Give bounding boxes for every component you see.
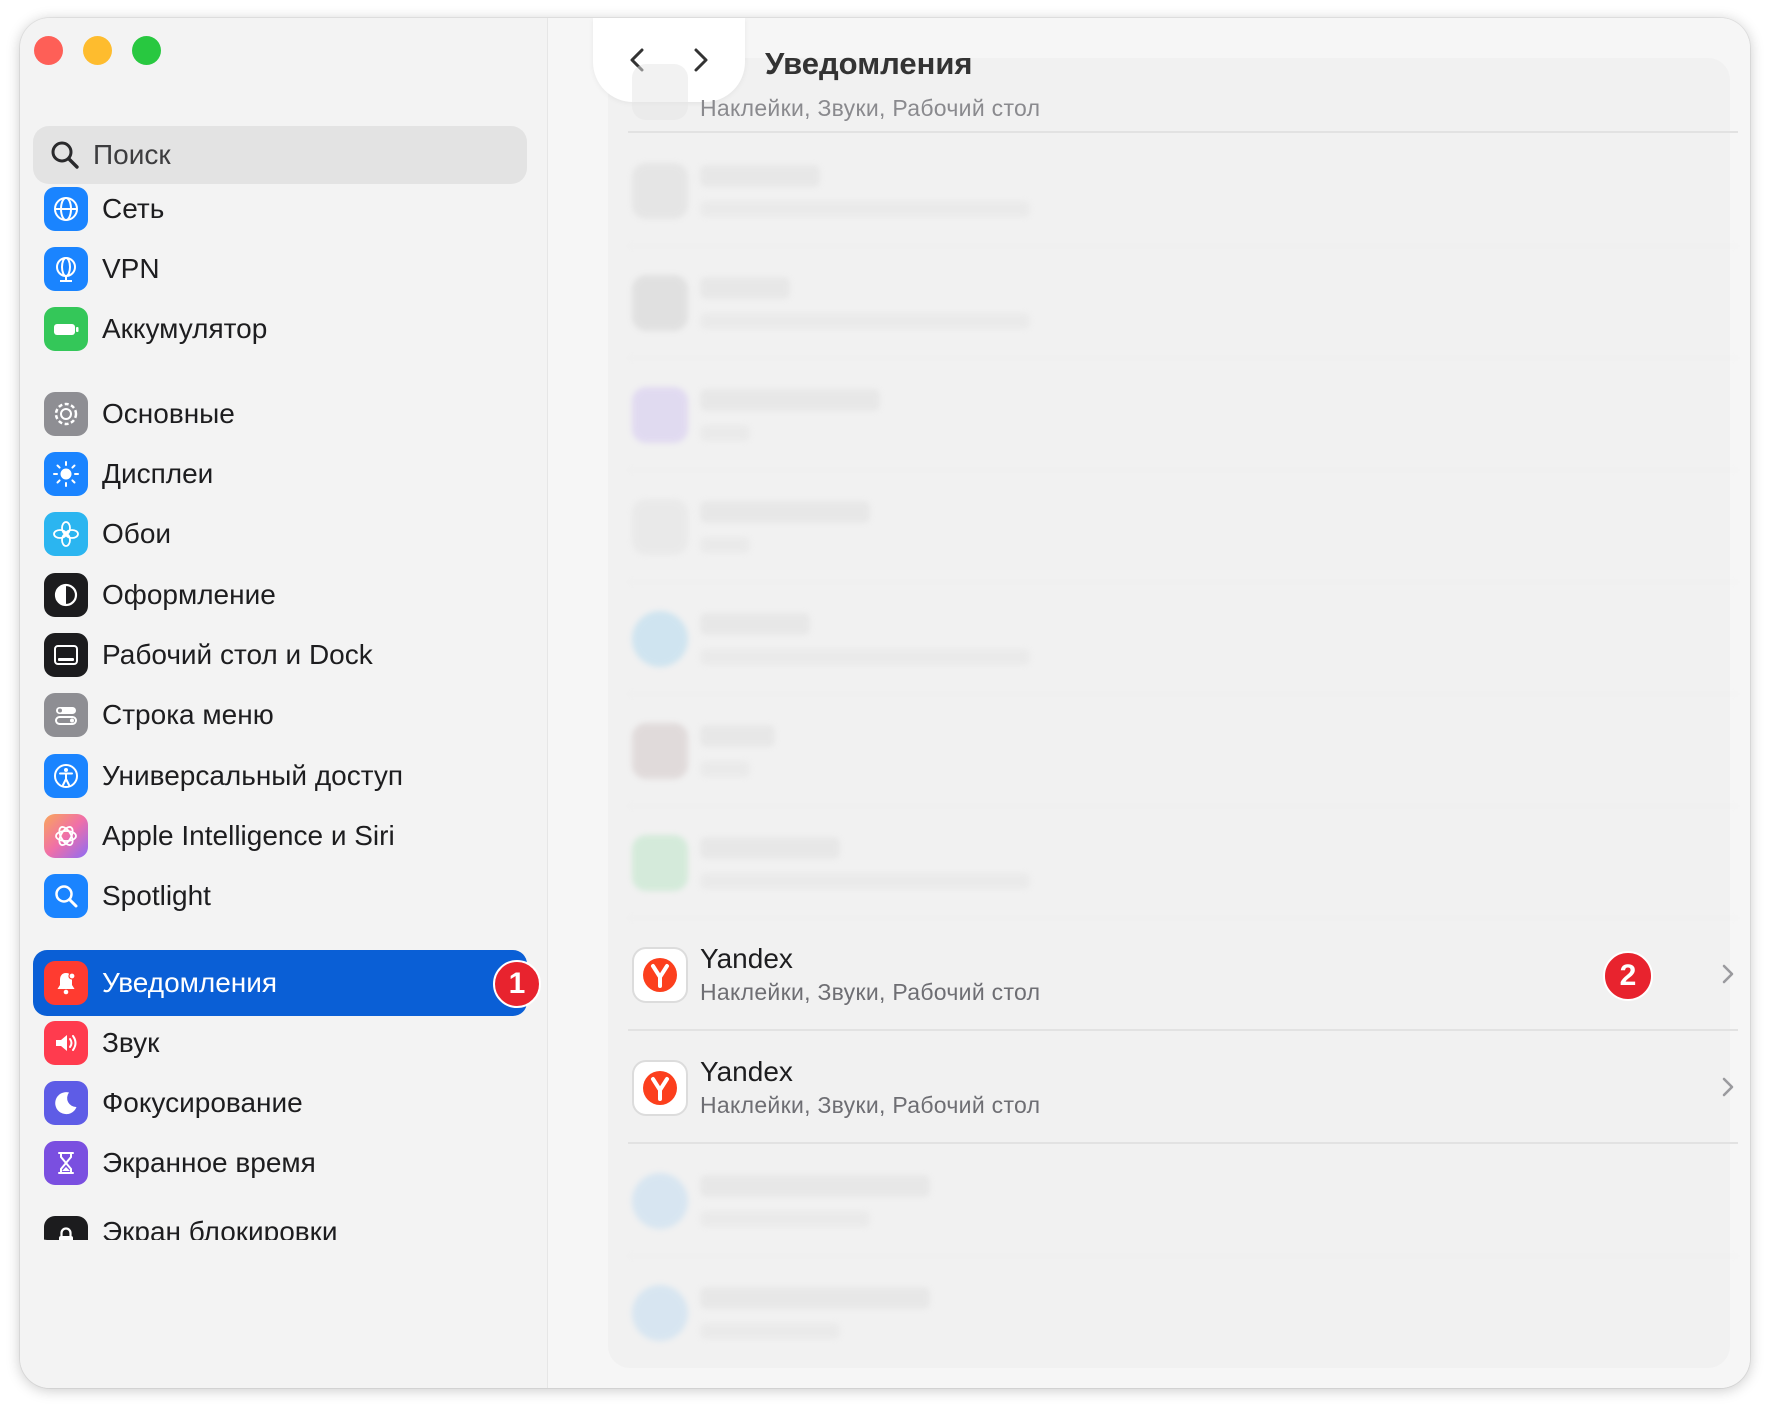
- gear-icon: [44, 392, 88, 436]
- step-badge: 1: [493, 960, 541, 1008]
- sidebar-item-label: Строка меню: [102, 699, 274, 730]
- moon-icon: [44, 1081, 88, 1125]
- siri-icon: [44, 814, 88, 858]
- sidebar-item-label: Spotlight: [102, 880, 211, 911]
- sidebar-item-label: Apple Intelligence и Siri: [102, 820, 395, 851]
- app-icon: [632, 1173, 688, 1229]
- app-row-yandex[interactable]: Yandex Наклейки, Звуки, Рабочий стол: [628, 1032, 1738, 1144]
- zoom-window-button[interactable]: [132, 36, 161, 65]
- app-icon: [632, 835, 688, 891]
- sidebar-item-appearance[interactable]: Оформление: [33, 562, 527, 628]
- yandex-app-icon: [632, 947, 688, 1003]
- sidebar-item-vpn[interactable]: VPN: [33, 236, 527, 302]
- minimize-window-button[interactable]: [83, 36, 112, 65]
- flower-icon: [44, 512, 88, 556]
- accessibility-icon: [44, 754, 88, 798]
- sidebar-item-label: Сеть: [102, 193, 165, 224]
- sidebar-item-label: Аккумулятор: [102, 313, 268, 344]
- sidebar-item-label: Универсальный доступ: [102, 760, 404, 791]
- sidebar-item-label: Экранное время: [102, 1147, 316, 1178]
- sidebar-item-desktop-dock[interactable]: Рабочий стол и Dock: [33, 622, 527, 688]
- app-row-dimmed[interactable]: [628, 247, 1738, 359]
- sidebar-item-screen-time[interactable]: Экранное время: [33, 1130, 527, 1196]
- sidebar-item-wallpaper[interactable]: Обои: [33, 501, 527, 567]
- app-row-dimmed[interactable]: [628, 471, 1738, 583]
- battery-icon: [44, 307, 88, 351]
- speaker-icon: [44, 1021, 88, 1065]
- globe-icon: [44, 187, 88, 231]
- app-icon: [632, 1285, 688, 1341]
- search-input[interactable]: [93, 139, 473, 171]
- sidebar-item-label: Фокусирование: [102, 1087, 303, 1118]
- app-icon: [632, 163, 688, 219]
- main-pane: Уведомления Наклейки, Звуки, Рабочий сто…: [548, 18, 1750, 1388]
- sidebar-item-general[interactable]: Основные: [33, 381, 527, 447]
- sidebar-item-label: Дисплеи: [102, 458, 214, 489]
- step-badge: 2: [1603, 951, 1653, 1001]
- menubar-icon: [44, 693, 88, 737]
- app-icon: [632, 387, 688, 443]
- app-row-yandex[interactable]: Yandex Наклейки, Звуки, Рабочий стол 2: [628, 919, 1738, 1031]
- app-row-dimmed[interactable]: [628, 1257, 1738, 1369]
- vpn-globe-icon: [44, 247, 88, 291]
- sidebar-item-focus[interactable]: Фокусирование: [33, 1070, 527, 1136]
- sidebar-item-sound[interactable]: Звук: [33, 1010, 527, 1076]
- sidebar-item-battery[interactable]: Аккумулятор: [33, 296, 527, 362]
- yandex-app-icon: [632, 1060, 688, 1116]
- sidebar-item-spotlight[interactable]: Spotlight: [33, 863, 527, 929]
- sidebar-item-displays[interactable]: Дисплеи: [33, 441, 527, 507]
- sidebar-item-menu-bar[interactable]: Строка меню: [33, 682, 527, 748]
- bell-icon: [44, 961, 88, 1005]
- sidebar-item-network[interactable]: Сеть: [33, 176, 527, 242]
- search-icon: [51, 141, 79, 169]
- app-icon: [632, 275, 688, 331]
- app-subtitle: Наклейки, Звуки, Рабочий стол: [700, 1092, 1041, 1118]
- app-row-dimmed[interactable]: [628, 695, 1738, 807]
- settings-window: Сеть VPN Аккумулятор Основные Дисплеи: [20, 18, 1750, 1388]
- sidebar-item-label: Оформление: [102, 579, 276, 610]
- app-icon: [632, 64, 688, 120]
- app-row-dimmed[interactable]: [628, 807, 1738, 919]
- hourglass-icon: [44, 1141, 88, 1185]
- dock-icon: [44, 633, 88, 677]
- sidebar: Сеть VPN Аккумулятор Основные Дисплеи: [20, 18, 548, 1388]
- app-row-dimmed[interactable]: [628, 135, 1738, 247]
- app-icon: [632, 499, 688, 555]
- chevron-right-icon: [1722, 964, 1734, 984]
- sidebar-item-label: Обои: [102, 518, 172, 549]
- sidebar-item-label: Экран блокировки: [102, 1216, 338, 1240]
- sidebar-item-accessibility[interactable]: Универсальный доступ: [33, 743, 527, 809]
- sidebar-item-notifications[interactable]: Уведомления 1: [33, 950, 541, 1016]
- sun-icon: [44, 452, 88, 496]
- lock-icon: [44, 1216, 88, 1240]
- app-subtitle: Наклейки, Звуки, Рабочий стол: [700, 979, 1041, 1005]
- magnifier-icon: [44, 874, 88, 918]
- sidebar-item-label: Звук: [102, 1027, 160, 1058]
- app-row-dimmed[interactable]: [628, 583, 1738, 695]
- app-name: Yandex: [700, 1056, 793, 1087]
- sidebar-item-label: Основные: [102, 398, 235, 429]
- sidebar-item-label: Рабочий стол и Dock: [102, 639, 373, 670]
- sidebar-item-label: Уведомления: [102, 967, 278, 998]
- sidebar-item-apple-intelligence-siri[interactable]: Apple Intelligence и Siri: [33, 803, 527, 869]
- close-window-button[interactable]: [34, 36, 63, 65]
- sidebar-item-label: VPN: [102, 253, 160, 284]
- app-row-dimmed[interactable]: [628, 1145, 1738, 1257]
- app-row-dimmed[interactable]: [628, 359, 1738, 471]
- app-subtitle: Наклейки, Звуки, Рабочий стол: [700, 95, 1041, 121]
- chevron-right-icon: [1722, 1077, 1734, 1097]
- app-icon: [632, 611, 688, 667]
- app-row-partial[interactable]: Наклейки, Звуки, Рабочий стол: [628, 38, 1738, 133]
- window-controls: [34, 36, 161, 65]
- appearance-icon: [44, 573, 88, 617]
- app-icon: [632, 723, 688, 779]
- sidebar-item-lock-screen[interactable]: Экран блокировки: [33, 1210, 527, 1240]
- app-name: Yandex: [700, 943, 793, 974]
